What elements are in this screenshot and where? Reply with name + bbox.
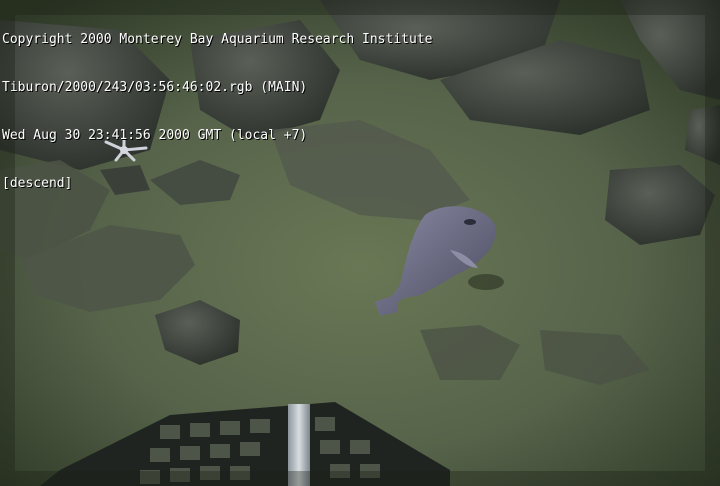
telemetry-overlay: Copyright 2000 Monterey Bay Aquarium Res… <box>2 0 432 224</box>
timestamp-text: Wed Aug 30 23:41:56 2000 GMT (local +7) <box>2 128 308 143</box>
camera-frame: Copyright 2000 Monterey Bay Aquarium Res… <box>0 0 720 486</box>
copyright-text: Copyright 2000 Monterey Bay Aquarium Res… <box>2 32 433 47</box>
frame-id-text: Tiburon/2000/243/03:56:46:02.rgb (MAIN) <box>2 80 308 95</box>
status-text: [descend] <box>2 176 73 191</box>
